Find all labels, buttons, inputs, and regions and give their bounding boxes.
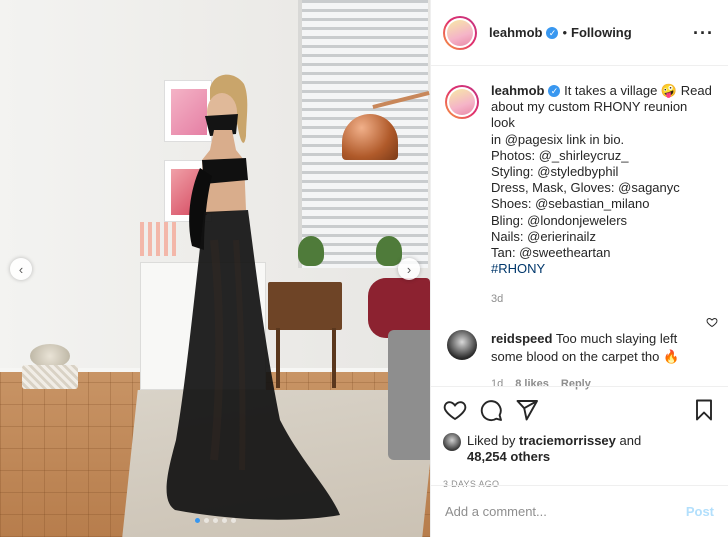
like-heart-icon[interactable] — [443, 398, 467, 422]
separator-dot: • — [562, 25, 568, 40]
following-button[interactable]: Following — [571, 25, 632, 40]
author-username[interactable]: leahmob — [489, 25, 542, 40]
carousel-indicator — [195, 518, 236, 523]
caption-body: leahmob ✓ It takes a village 🤪 Read about… — [491, 83, 714, 308]
carousel-dot — [213, 518, 218, 523]
caption-line: Dress, Mask, Gloves: @saganyc — [491, 180, 680, 196]
caption-line: Styling: @styledbyphil — [491, 164, 619, 180]
post-sidebar: leahmob ✓ • Following ··· leahmob ✓ It ta… — [430, 0, 728, 537]
comment-text: Too much slaying left — [555, 330, 678, 346]
comment-text: some blood on the carpet tho 🔥 — [491, 348, 680, 364]
verified-badge-icon: ✓ — [546, 26, 559, 39]
post-comment-button[interactable]: Post — [686, 504, 714, 519]
carousel-dot — [204, 518, 209, 523]
action-icons — [443, 397, 716, 423]
post-header: leahmob ✓ • Following ··· — [431, 0, 728, 66]
commenter-avatar[interactable] — [447, 329, 477, 360]
caption-line: Shoes: @sebastian_milano — [491, 196, 650, 212]
add-comment-bar: Post — [431, 485, 728, 537]
liker-username[interactable]: traciemorrissey — [519, 433, 616, 448]
post-photo[interactable]: ‹ › — [0, 0, 430, 537]
caption-line: about my custom RHONY reunion look — [491, 99, 688, 131]
save-bookmark-icon[interactable] — [692, 398, 716, 422]
caption: leahmob ✓ It takes a village 🤪 Read about… — [445, 83, 714, 308]
chevron-left-icon: ‹ — [18, 261, 24, 277]
photo-woman-black-gown — [166, 74, 340, 520]
caption-line: Photos: @_shirleycruz_ — [491, 147, 629, 163]
carousel-prev-button[interactable]: ‹ — [10, 258, 32, 280]
add-comment-input[interactable] — [445, 504, 686, 519]
liker-avatar[interactable] — [443, 433, 461, 451]
caption-timestamp[interactable]: 3d — [491, 291, 714, 307]
comment-body: reidspeed Too much slaying left some blo… — [491, 330, 701, 393]
liked-by-prefix: Liked by — [467, 433, 516, 448]
author-avatar[interactable] — [443, 15, 477, 50]
caption-hashtag[interactable]: #RHONY — [491, 261, 714, 277]
carousel-next-button[interactable]: › — [398, 258, 420, 280]
comment-item: reidspeed Too much slaying left some blo… — [445, 329, 714, 393]
caption-line: in @pagesix link in bio. — [491, 131, 625, 147]
carousel-dot — [195, 518, 200, 523]
caption-line: Tan: @sweetheartan — [491, 245, 611, 261]
caption-author-avatar[interactable] — [445, 85, 479, 119]
commenter-username[interactable]: reidspeed — [491, 331, 552, 346]
share-paper-plane-icon[interactable] — [515, 398, 539, 422]
chevron-right-icon: › — [406, 261, 412, 277]
more-horizontal-icon[interactable]: ··· — [693, 24, 714, 42]
caption-username[interactable]: leahmob — [491, 83, 544, 98]
comments-section: leahmob ✓ It takes a village 🤪 Read about… — [431, 67, 728, 390]
caption-line: It takes a village 🤪 Read — [564, 83, 712, 98]
comment-bubble-icon[interactable] — [479, 398, 503, 422]
likes-summary: Liked by traciemorrissey and 48,254 othe… — [443, 433, 716, 465]
caption-line: Nails: @erierinailz — [491, 228, 596, 244]
comment-like-heart-icon[interactable] — [706, 316, 718, 328]
carousel-dot — [222, 518, 227, 523]
liked-by-and: and — [619, 433, 642, 448]
caption-line: Bling: @londonjewelers — [491, 212, 628, 228]
likes-count[interactable]: 48,254 others — [467, 449, 550, 464]
post-actions: Liked by traciemorrissey and 48,254 othe… — [431, 386, 728, 489]
verified-badge-icon: ✓ — [548, 85, 561, 97]
instagram-post: ‹ › leahmob ✓ • Following ··· leahmob ✓ … — [0, 0, 728, 537]
carousel-dot — [231, 518, 236, 523]
